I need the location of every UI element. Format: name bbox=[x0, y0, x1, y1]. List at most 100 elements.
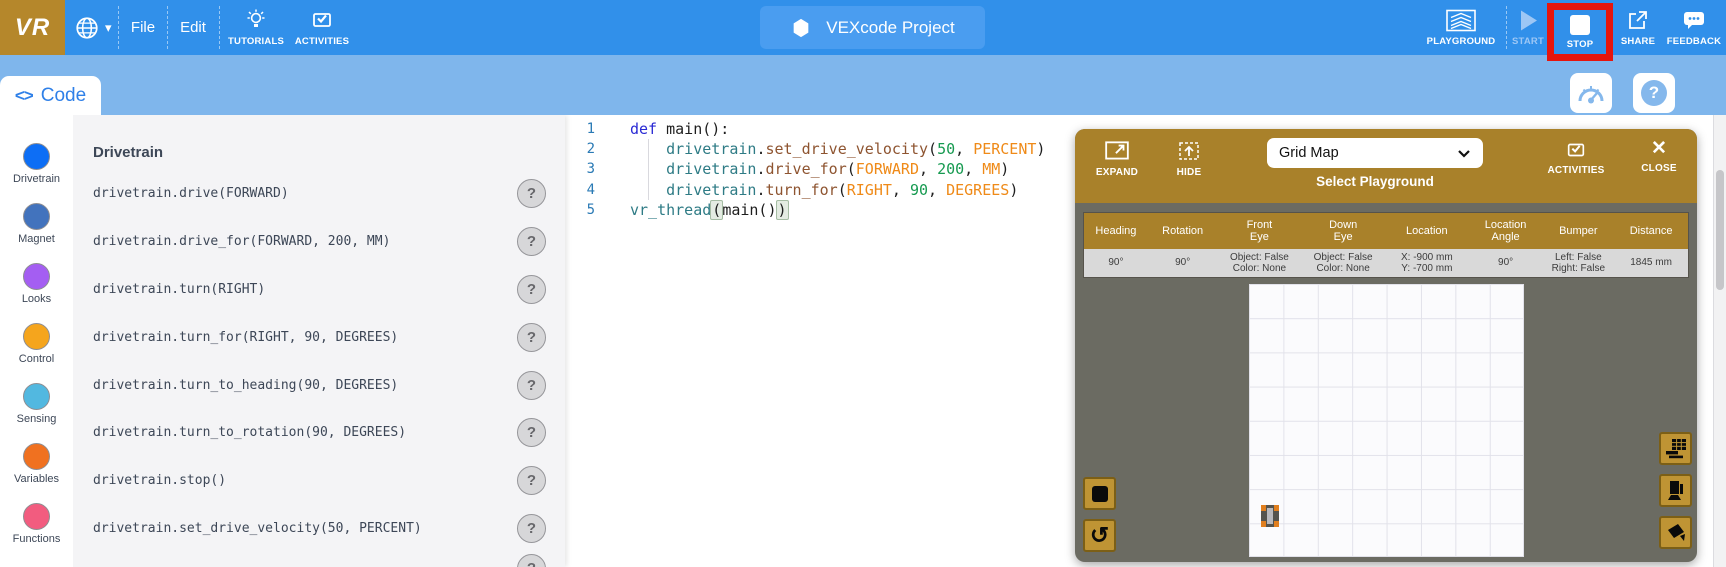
sidebar-item-label: Control bbox=[19, 353, 54, 365]
activities-label: ACTIVITIES bbox=[295, 36, 349, 47]
indent-guide-line bbox=[648, 159, 649, 179]
help-button[interactable]: ? bbox=[517, 323, 546, 352]
vr-robot[interactable] bbox=[1261, 505, 1279, 527]
header-line: Bumper bbox=[1559, 225, 1598, 238]
help-button[interactable]: ? bbox=[517, 371, 546, 400]
palette-command-text: drivetrain.stop() bbox=[93, 473, 226, 488]
line-number: 1 bbox=[565, 121, 595, 137]
palette-command-row[interactable]: drivetrain.set_drive_velocity(50, PERCEN… bbox=[73, 505, 565, 553]
hide-button[interactable]: HIDE bbox=[1167, 139, 1211, 178]
header-line: Eye bbox=[1250, 231, 1269, 244]
column-header-location: LocationAngle bbox=[1469, 213, 1543, 249]
tab-code[interactable]: <> Code bbox=[0, 76, 101, 115]
start-button[interactable]: START bbox=[1510, 0, 1546, 55]
project-name-button[interactable]: VEXcode Project bbox=[760, 6, 985, 49]
edit-menu[interactable]: Edit bbox=[173, 0, 213, 55]
file-menu[interactable]: File bbox=[125, 0, 161, 55]
scrollbar-thumb[interactable] bbox=[1716, 170, 1724, 290]
sidebar-item-drivetrain[interactable]: Drivetrain bbox=[0, 143, 73, 185]
code-text: vr_thread(main()) bbox=[595, 201, 788, 219]
stop-label: STOP bbox=[1567, 39, 1594, 50]
sensor-value-cell: 1845 mm bbox=[1614, 249, 1688, 277]
activities-button[interactable]: ACTIVITIES bbox=[293, 0, 351, 55]
playground-map-select[interactable]: Grid Map bbox=[1267, 138, 1483, 168]
sidebar-item-sensing[interactable]: Sensing bbox=[0, 383, 73, 425]
sensor-table-header: HeadingRotationFrontEyeDownEyeLocationLo… bbox=[1084, 213, 1688, 249]
palette-command-text: drivetrain.turn_to_heading(90, DEGREES) bbox=[93, 378, 398, 393]
sensor-table-row: 90°90°Object: FalseColor: NoneObject: Fa… bbox=[1084, 249, 1688, 277]
code-token: , bbox=[892, 181, 910, 199]
palette-command-row[interactable]: drivetrain.stop()? bbox=[73, 457, 565, 505]
playground-activities-button[interactable]: ACTIVITIES bbox=[1543, 139, 1609, 176]
help-button[interactable]: ? bbox=[517, 275, 546, 304]
palette-command-row[interactable]: drivetrain.turn_to_rotation(90, DEGREES)… bbox=[73, 409, 565, 457]
sidebar-item-looks[interactable]: Looks bbox=[0, 263, 73, 305]
code-token: 90 bbox=[910, 181, 928, 199]
feedback-icon bbox=[1682, 8, 1706, 32]
sensing-category-icon bbox=[23, 383, 50, 410]
help-button[interactable]: ? bbox=[517, 466, 546, 495]
code-token: ) bbox=[776, 200, 789, 220]
playground-close-button[interactable]: ✕ CLOSE bbox=[1635, 139, 1683, 174]
sidebar-item-functions[interactable]: Functions bbox=[0, 503, 73, 545]
divider bbox=[219, 6, 220, 49]
grid-map[interactable] bbox=[1249, 284, 1524, 557]
value-line: Object: False bbox=[1314, 252, 1373, 264]
tutorials-button[interactable]: TUTORIALS bbox=[228, 0, 284, 55]
sidebar-item-variables[interactable]: Variables bbox=[0, 443, 73, 485]
divider bbox=[1506, 6, 1507, 49]
page-scrollbar[interactable] bbox=[1713, 115, 1726, 567]
paint-color-button[interactable] bbox=[1659, 516, 1692, 549]
playground-button[interactable]: PLAYGROUND bbox=[1420, 0, 1502, 55]
palette-command-row[interactable]: drivetrain.turn(RIGHT)? bbox=[73, 266, 565, 314]
help-button-partial[interactable]: ? bbox=[517, 554, 546, 567]
help-button[interactable]: ? bbox=[517, 227, 546, 256]
code-token: ) bbox=[1036, 140, 1045, 158]
sidebar-item-control[interactable]: Control bbox=[0, 323, 73, 365]
code-brackets-icon: <> bbox=[15, 86, 33, 106]
help-toolbar-button[interactable]: ? bbox=[1633, 73, 1675, 113]
monitor-gauge-button[interactable] bbox=[1570, 73, 1612, 113]
value-line: Object: False bbox=[1230, 252, 1289, 264]
code-token: ( bbox=[838, 181, 847, 199]
lightbulb-icon bbox=[244, 8, 268, 32]
palette-command-text: drivetrain.set_drive_velocity(50, PERCEN… bbox=[93, 521, 422, 536]
stop-button[interactable]: STOP bbox=[1567, 15, 1594, 50]
help-button[interactable]: ? bbox=[517, 179, 546, 208]
looks-category-icon bbox=[23, 263, 50, 290]
sidebar-item-magnet[interactable]: Magnet bbox=[0, 203, 73, 245]
column-header-rotation: Rotation bbox=[1148, 213, 1218, 249]
playground-label: PLAYGROUND bbox=[1427, 36, 1496, 47]
expand-label: EXPAND bbox=[1096, 167, 1138, 178]
close-label: CLOSE bbox=[1641, 163, 1676, 174]
robot-wheel bbox=[1274, 521, 1279, 527]
select-chevron-icon bbox=[1457, 149, 1471, 158]
expand-icon bbox=[1104, 139, 1130, 163]
expand-button[interactable]: EXPAND bbox=[1089, 139, 1145, 178]
control-category-icon bbox=[23, 323, 50, 350]
help-button[interactable]: ? bbox=[517, 514, 546, 543]
palette-command-row[interactable]: drivetrain.drive(FORWARD)? bbox=[73, 170, 565, 218]
vr-logo: VR bbox=[0, 0, 65, 55]
robot-view-button[interactable] bbox=[1659, 474, 1692, 507]
value-line: Right: False bbox=[1552, 263, 1605, 275]
language-selector[interactable]: ▾ bbox=[74, 0, 112, 55]
code-token: set_drive_velocity bbox=[765, 140, 928, 158]
help-button[interactable]: ? bbox=[517, 418, 546, 447]
playground-reset-button[interactable]: ↺ bbox=[1083, 519, 1116, 552]
line-number: 3 bbox=[565, 161, 595, 177]
console-view-button[interactable] bbox=[1659, 432, 1692, 465]
reset-icon: ↺ bbox=[1090, 524, 1109, 547]
feedback-button[interactable]: FEEDBACK bbox=[1664, 0, 1724, 55]
globe-icon bbox=[74, 15, 100, 41]
code-token: MM bbox=[982, 160, 1000, 178]
palette-command-row[interactable]: drivetrain.drive_for(FORWARD, 200, MM)? bbox=[73, 218, 565, 266]
playground-stop-button[interactable] bbox=[1083, 477, 1116, 510]
palette-command-row[interactable]: drivetrain.turn_to_heading(90, DEGREES)? bbox=[73, 361, 565, 409]
share-button[interactable]: SHARE bbox=[1616, 0, 1660, 55]
code-token: , bbox=[928, 181, 946, 199]
palette-command-row[interactable]: drivetrain.turn_for(RIGHT, 90, DEGREES)? bbox=[73, 313, 565, 361]
palette-command-text: drivetrain.turn_to_rotation(90, DEGREES) bbox=[93, 425, 406, 440]
magnet-category-icon bbox=[23, 203, 50, 230]
value-line: Color: None bbox=[1316, 263, 1369, 275]
